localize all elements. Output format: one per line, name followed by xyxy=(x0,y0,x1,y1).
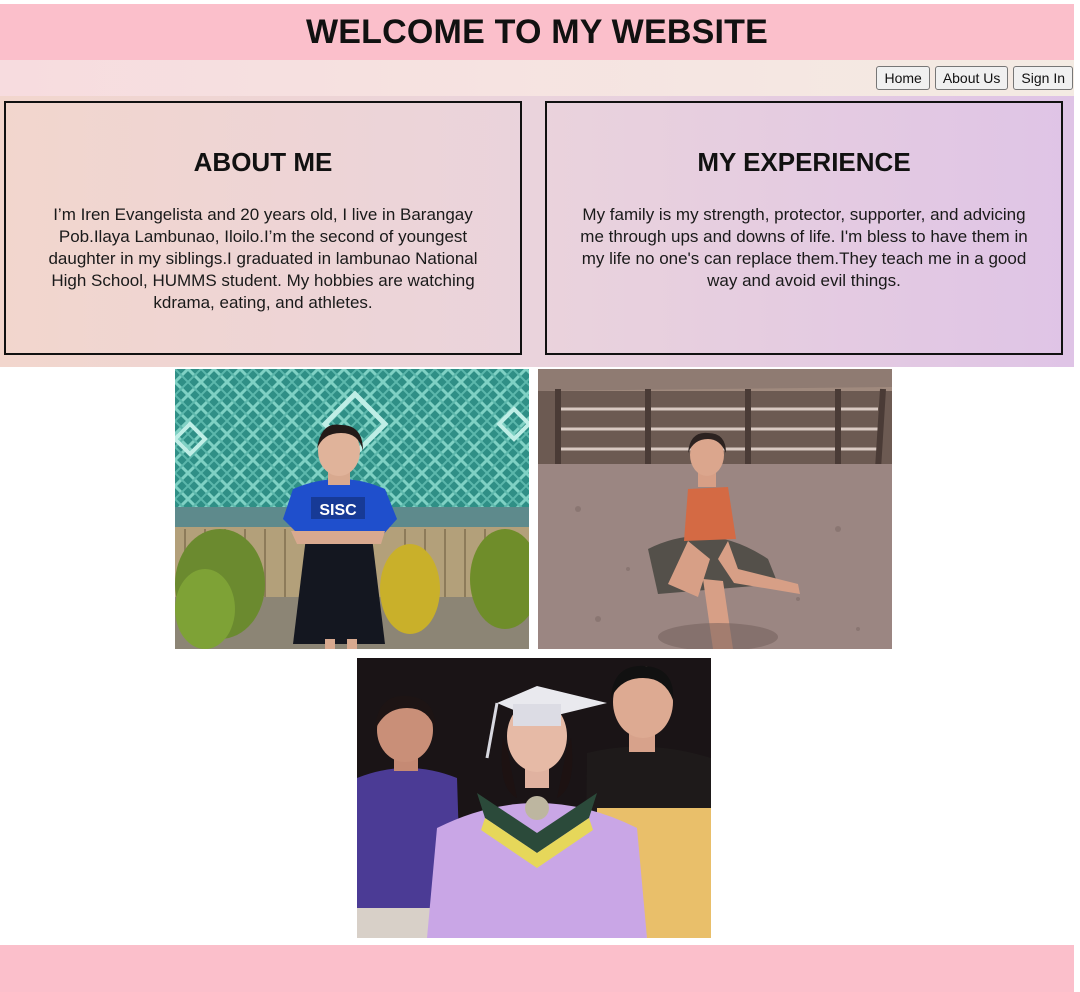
about-me-heading: ABOUT ME xyxy=(193,147,333,177)
site-title: WELCOME TO MY WEBSITE xyxy=(306,12,768,51)
my-experience-card: MY EXPERIENCE My family is my strength, … xyxy=(545,101,1063,355)
photo-standing-portrait: SISC xyxy=(175,369,529,649)
my-experience-text: My family is my strength, protector, sup… xyxy=(580,205,1028,290)
navbar: Home About Us Sign In xyxy=(0,60,1074,96)
site-header: WELCOME TO MY WEBSITE xyxy=(0,4,1074,60)
home-button[interactable]: Home xyxy=(876,66,930,90)
info-section: ABOUT ME I’m Iren Evangelista and 20 yea… xyxy=(0,96,1074,367)
about-me-text: I’m Iren Evangelista and 20 years old, I… xyxy=(48,205,478,312)
site-footer xyxy=(0,945,1074,992)
photo-sitting-on-sand xyxy=(538,369,892,649)
my-experience-heading: MY EXPERIENCE xyxy=(697,147,911,177)
about-me-card: ABOUT ME I’m Iren Evangelista and 20 yea… xyxy=(4,101,522,355)
photo-graduation-family xyxy=(357,658,711,938)
sign-in-button[interactable]: Sign In xyxy=(1013,66,1073,90)
page: WELCOME TO MY WEBSITE Home About Us Sign… xyxy=(0,0,1080,992)
about-us-button[interactable]: About Us xyxy=(934,66,1009,90)
shirt-print: SISC xyxy=(319,502,357,519)
